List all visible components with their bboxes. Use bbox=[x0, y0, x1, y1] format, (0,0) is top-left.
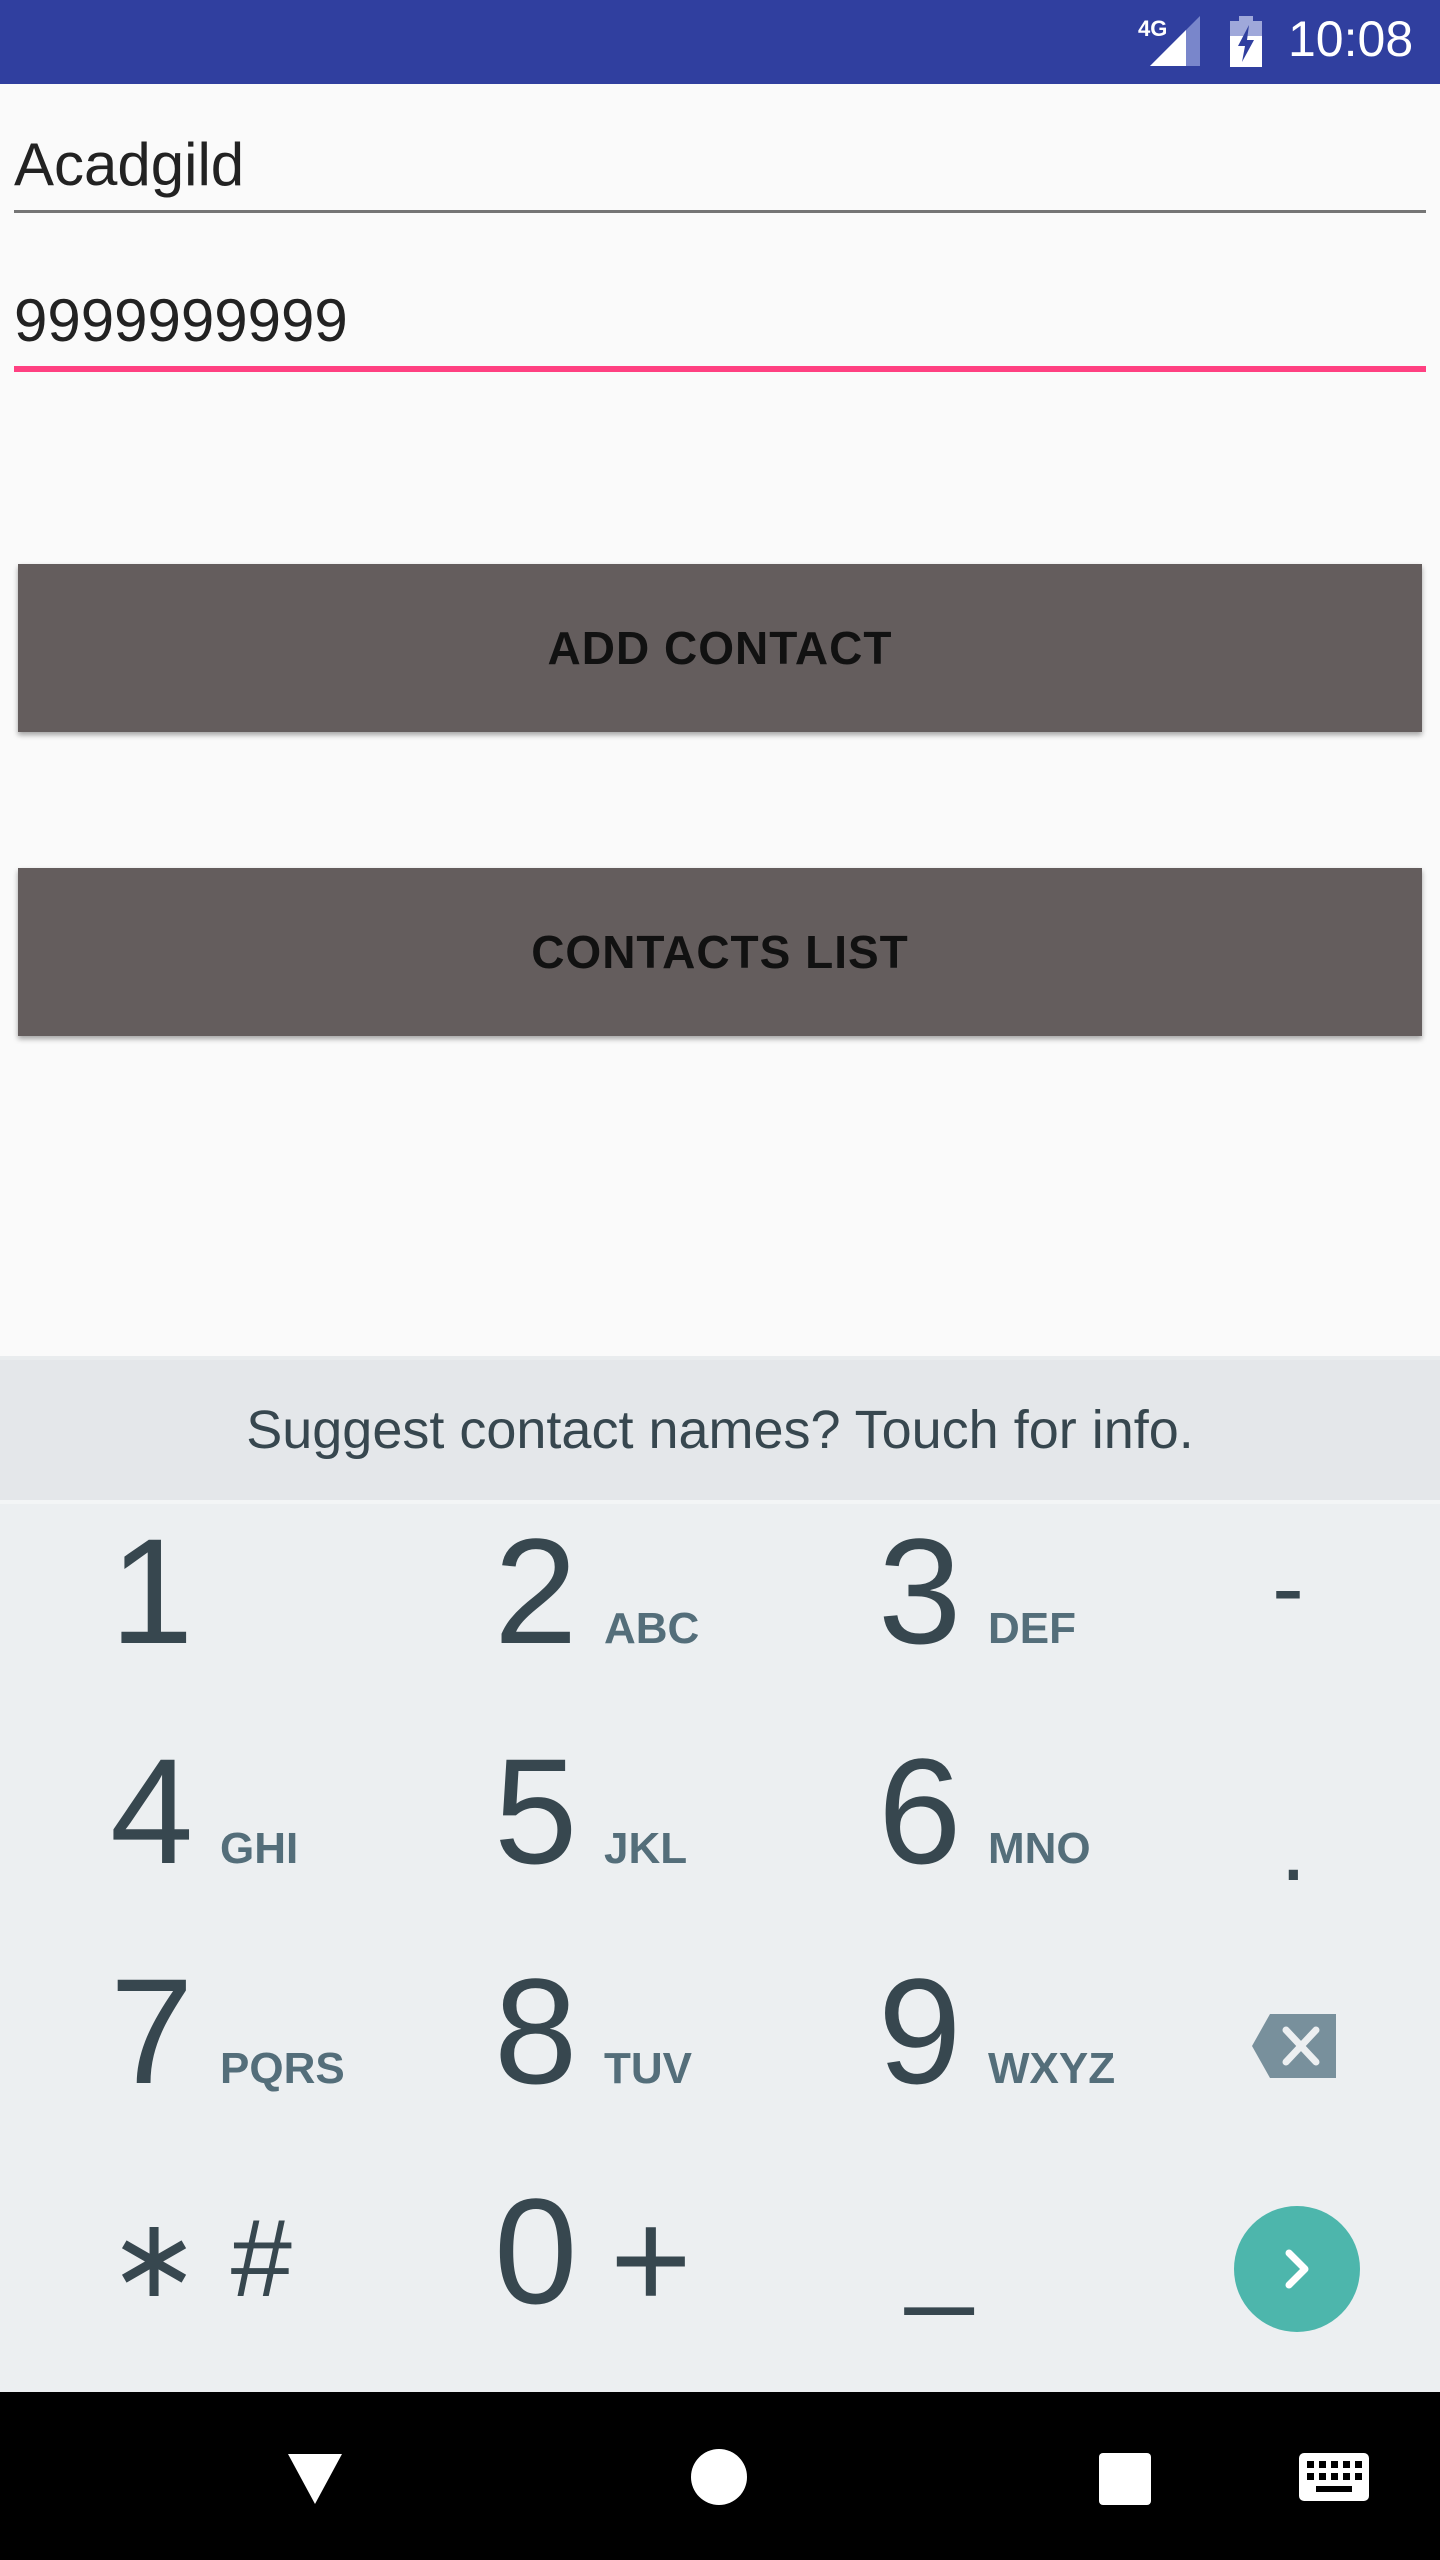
key-dash[interactable]: - bbox=[1272, 1540, 1304, 1636]
status-bar: 4G 10:08 bbox=[0, 0, 1440, 84]
key-letters: PQRS bbox=[220, 2044, 345, 2093]
back-icon[interactable] bbox=[286, 2452, 344, 2506]
backspace-icon[interactable] bbox=[1250, 2012, 1340, 2080]
key-9[interactable]: 9 WXYZ bbox=[878, 1956, 1258, 2140]
key-1[interactable]: 1 bbox=[110, 1516, 490, 1700]
key-3[interactable]: 3 DEF bbox=[878, 1516, 1258, 1700]
key-6[interactable]: 6 MNO bbox=[878, 1736, 1258, 1920]
key-digit: 0 bbox=[494, 2167, 578, 2335]
key-letters: GHI bbox=[220, 1824, 299, 1873]
home-icon[interactable] bbox=[690, 2448, 748, 2506]
contacts-list-button[interactable]: CONTACTS LIST bbox=[18, 868, 1422, 1036]
key-underscore[interactable]: _ bbox=[906, 2190, 973, 2310]
battery-charging-icon bbox=[1230, 16, 1262, 67]
key-letters: JKL bbox=[604, 1824, 688, 1873]
key-letters: TUV bbox=[604, 2044, 692, 2093]
key-star-hash[interactable]: ∗ # bbox=[108, 2204, 292, 2314]
keyboard-icon[interactable] bbox=[1298, 2452, 1370, 2502]
key-letters: DEF bbox=[988, 1604, 1076, 1653]
key-digit: 2 bbox=[494, 1507, 578, 1675]
key-plus[interactable]: + bbox=[610, 2190, 692, 2330]
key-letters: WXYZ bbox=[988, 2044, 1116, 2093]
key-8[interactable]: 8 TUV bbox=[494, 1956, 874, 2140]
key-letters: MNO bbox=[988, 1824, 1091, 1873]
key-digit: 8 bbox=[494, 1947, 578, 2115]
key-2[interactable]: 2 ABC bbox=[494, 1516, 874, 1700]
key-digit: 5 bbox=[494, 1727, 578, 1895]
add-contact-button[interactable]: ADD CONTACT bbox=[18, 564, 1422, 732]
chevron-right-icon bbox=[1285, 2249, 1309, 2289]
phone-input[interactable] bbox=[14, 282, 1426, 358]
key-5[interactable]: 5 JKL bbox=[494, 1736, 874, 1920]
key-letters: ABC bbox=[604, 1604, 700, 1653]
name-field[interactable] bbox=[14, 126, 1426, 202]
key-digit: 3 bbox=[878, 1507, 962, 1675]
go-button[interactable] bbox=[1234, 2206, 1360, 2332]
key-digit: 7 bbox=[110, 1947, 194, 2115]
phone-field[interactable] bbox=[14, 282, 1426, 358]
signal-icon bbox=[1150, 16, 1200, 66]
key-digit: 4 bbox=[110, 1727, 194, 1895]
recents-icon[interactable] bbox=[1098, 2452, 1152, 2506]
clock: 10:08 bbox=[1288, 11, 1414, 67]
key-digit: 9 bbox=[878, 1947, 962, 2115]
key-digit: 6 bbox=[878, 1727, 962, 1895]
name-input[interactable] bbox=[14, 126, 1426, 202]
key-4[interactable]: 4 GHI bbox=[110, 1736, 490, 1920]
key-7[interactable]: 7 PQRS bbox=[110, 1956, 490, 2140]
key-period[interactable]: . bbox=[1280, 1800, 1307, 1896]
contact-suggestion-bar[interactable]: Suggest contact names? Touch for info. bbox=[0, 1356, 1440, 1504]
navigation-bar bbox=[0, 2392, 1440, 2560]
key-digit: 1 bbox=[110, 1507, 194, 1675]
phone-field-underline-focused bbox=[14, 366, 1426, 372]
name-field-underline bbox=[14, 210, 1426, 213]
